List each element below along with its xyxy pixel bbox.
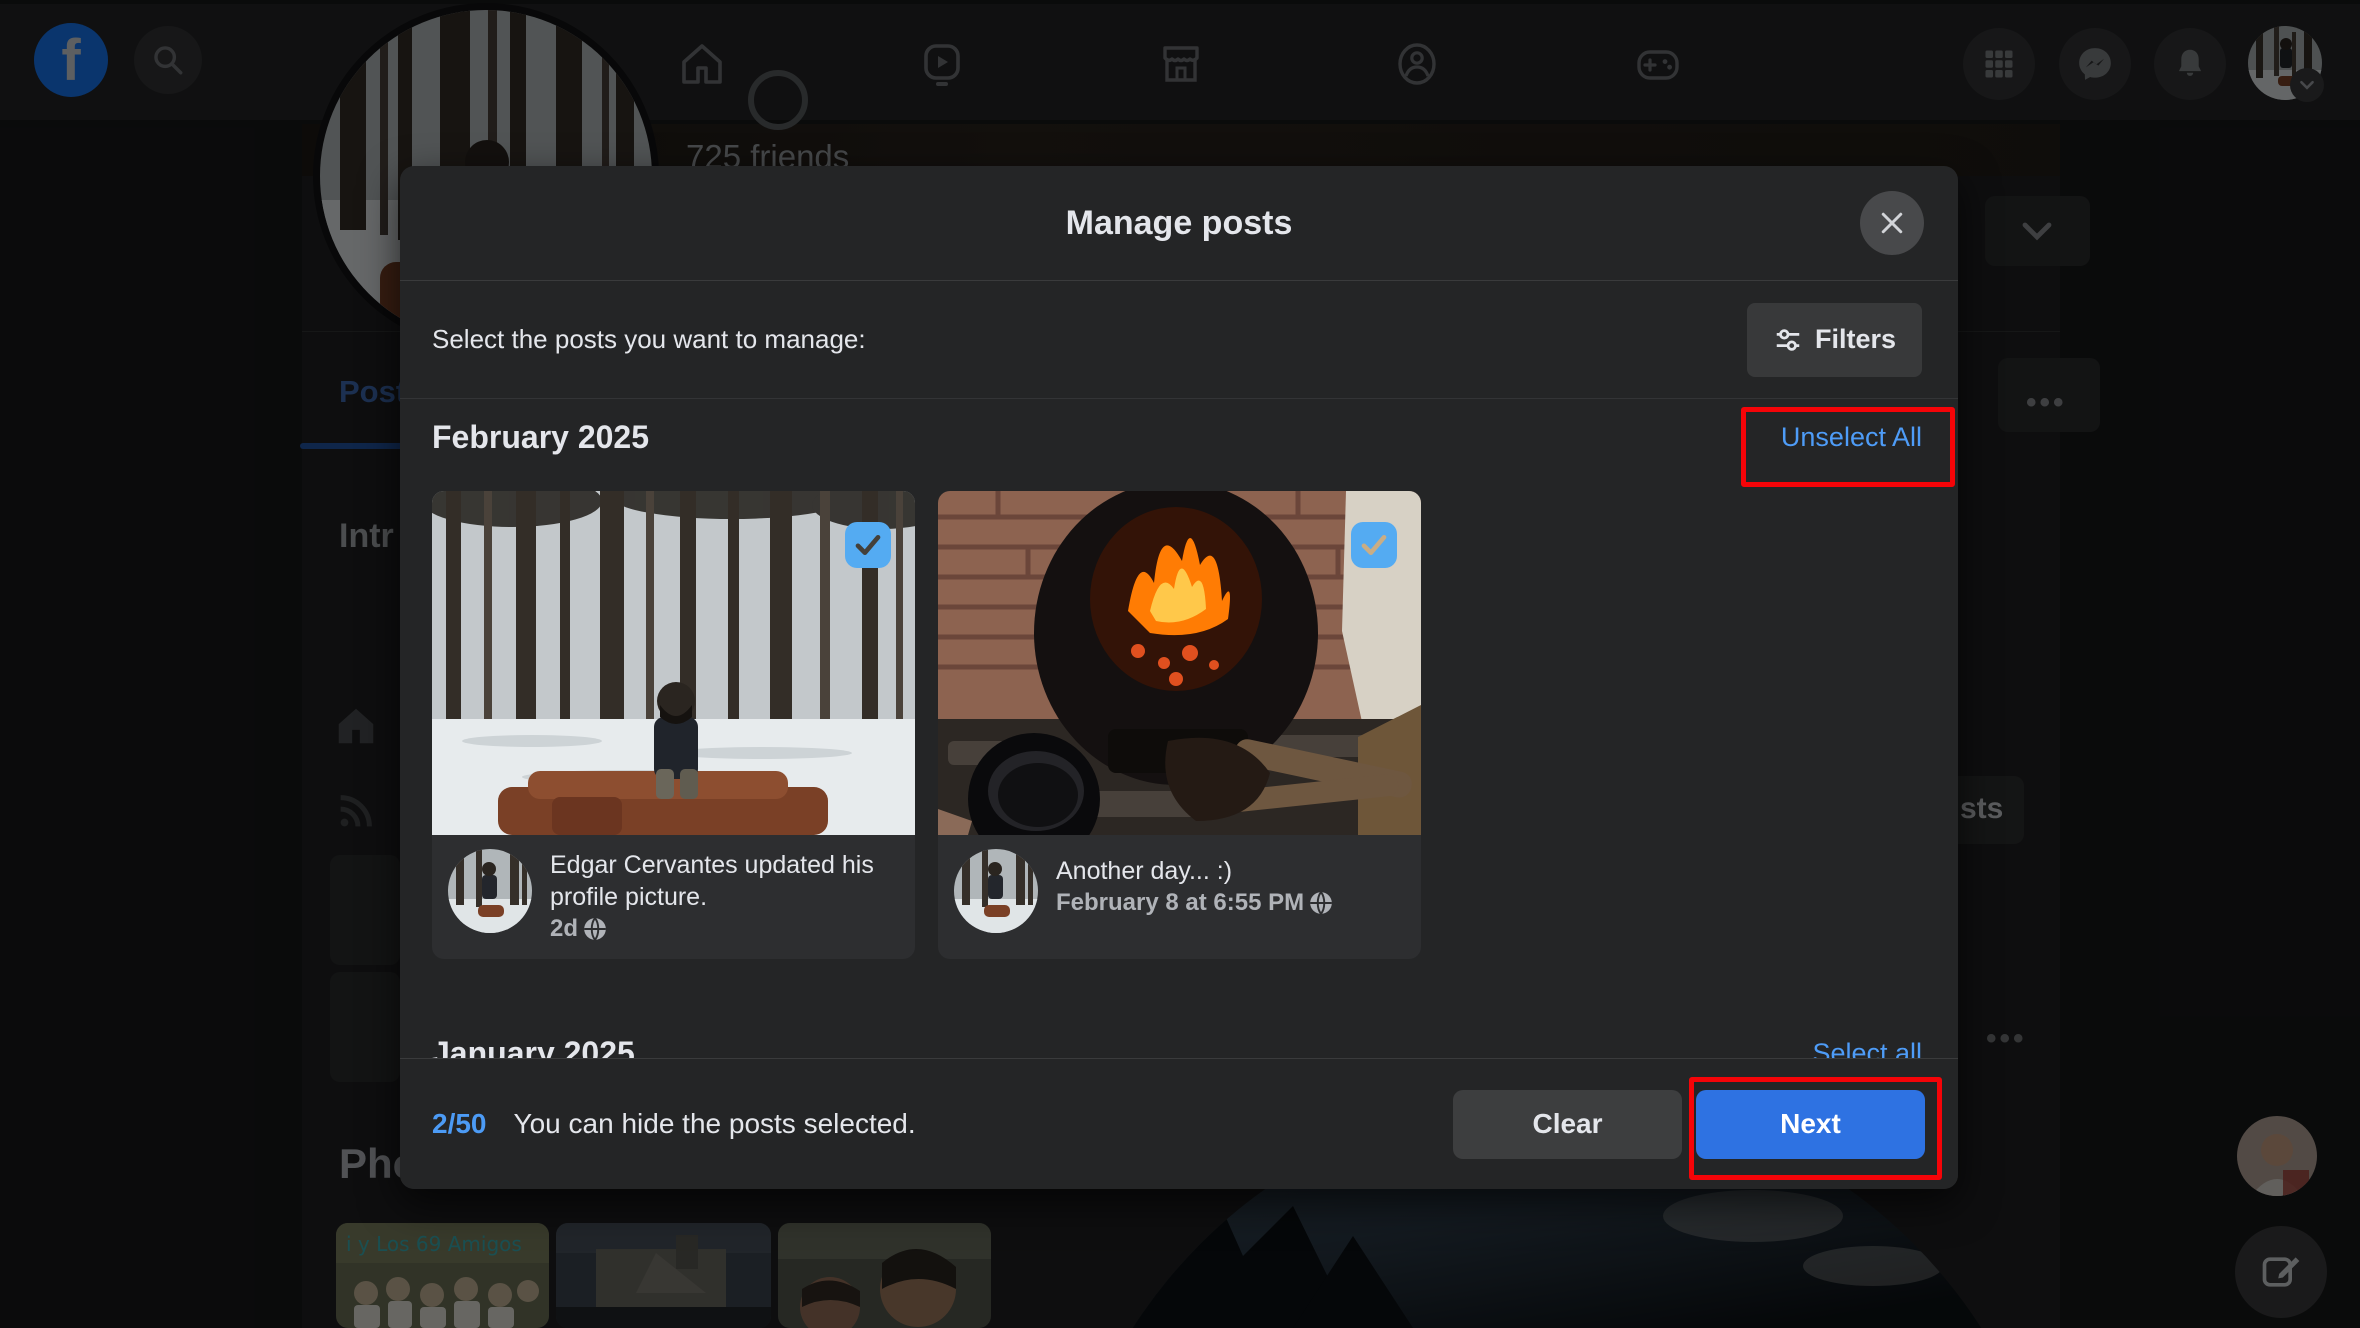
post-1-avatar — [448, 849, 532, 933]
section-month: January 2025 — [432, 1035, 635, 1059]
dialog-header: Manage posts — [400, 166, 1958, 281]
post-title: Edgar Cervantes updated his profile pict… — [550, 849, 890, 913]
checkmark-icon — [1357, 528, 1391, 562]
posts-scroll-area[interactable]: February 2025 Unselect All — [400, 399, 1958, 1058]
close-icon — [1877, 208, 1907, 238]
dialog-title: Manage posts — [1066, 204, 1293, 243]
globe-privacy-icon — [582, 916, 608, 942]
annotation-box-next — [1689, 1077, 1942, 1180]
globe-privacy-icon — [1308, 890, 1334, 916]
post-1-checkbox-checked[interactable] — [845, 522, 891, 568]
clear-button[interactable]: Clear — [1453, 1090, 1682, 1159]
post-2-text: Another day... :) February 8 at 6:55 PM — [1056, 849, 1334, 945]
post-card-1[interactable]: Edgar Cervantes updated his profile pict… — [432, 491, 915, 959]
post-meta: February 8 at 6:55 PM — [1056, 889, 1334, 917]
post-time: February 8 at 6:55 PM — [1056, 889, 1304, 917]
post-2-checkbox-checked[interactable] — [1351, 522, 1397, 568]
post-2-caption: Another day... :) February 8 at 6:55 PM — [938, 835, 1421, 959]
annotation-box-unselect-all — [1741, 407, 1955, 487]
post-2-photo — [938, 491, 1421, 835]
dialog-subheader: Select the posts you want to manage: Fil… — [400, 281, 1958, 399]
post-time: 2d — [550, 915, 578, 943]
filters-label: Filters — [1815, 324, 1896, 355]
post-2-avatar — [954, 849, 1038, 933]
post-1-photo — [432, 491, 915, 835]
footer-message: You can hide the posts selected. — [514, 1108, 916, 1140]
post-1-text: Edgar Cervantes updated his profile pict… — [550, 849, 890, 945]
post-meta: 2d — [550, 915, 890, 943]
filters-icon — [1773, 325, 1803, 355]
dialog-subtitle: Select the posts you want to manage: — [432, 324, 866, 355]
filters-button[interactable]: Filters — [1747, 303, 1922, 377]
manage-posts-dialog: Manage posts Select the posts you want t… — [400, 166, 1958, 1189]
section-month: February 2025 — [432, 419, 649, 456]
facebook-dark-screen: f — [0, 0, 2360, 1328]
select-all-link[interactable]: Select all — [1812, 1038, 1922, 1059]
post-card-2[interactable]: Another day... :) February 8 at 6:55 PM — [938, 491, 1421, 959]
close-button[interactable] — [1860, 191, 1924, 255]
checkmark-icon — [851, 528, 885, 562]
post-1-caption: Edgar Cervantes updated his profile pict… — [432, 835, 915, 959]
section-header-february: February 2025 Unselect All — [432, 413, 1922, 461]
selected-count: 2/50 — [432, 1108, 487, 1140]
section-header-january: January 2025 Select all — [432, 1029, 1922, 1058]
post-title: Another day... :) — [1056, 855, 1334, 887]
